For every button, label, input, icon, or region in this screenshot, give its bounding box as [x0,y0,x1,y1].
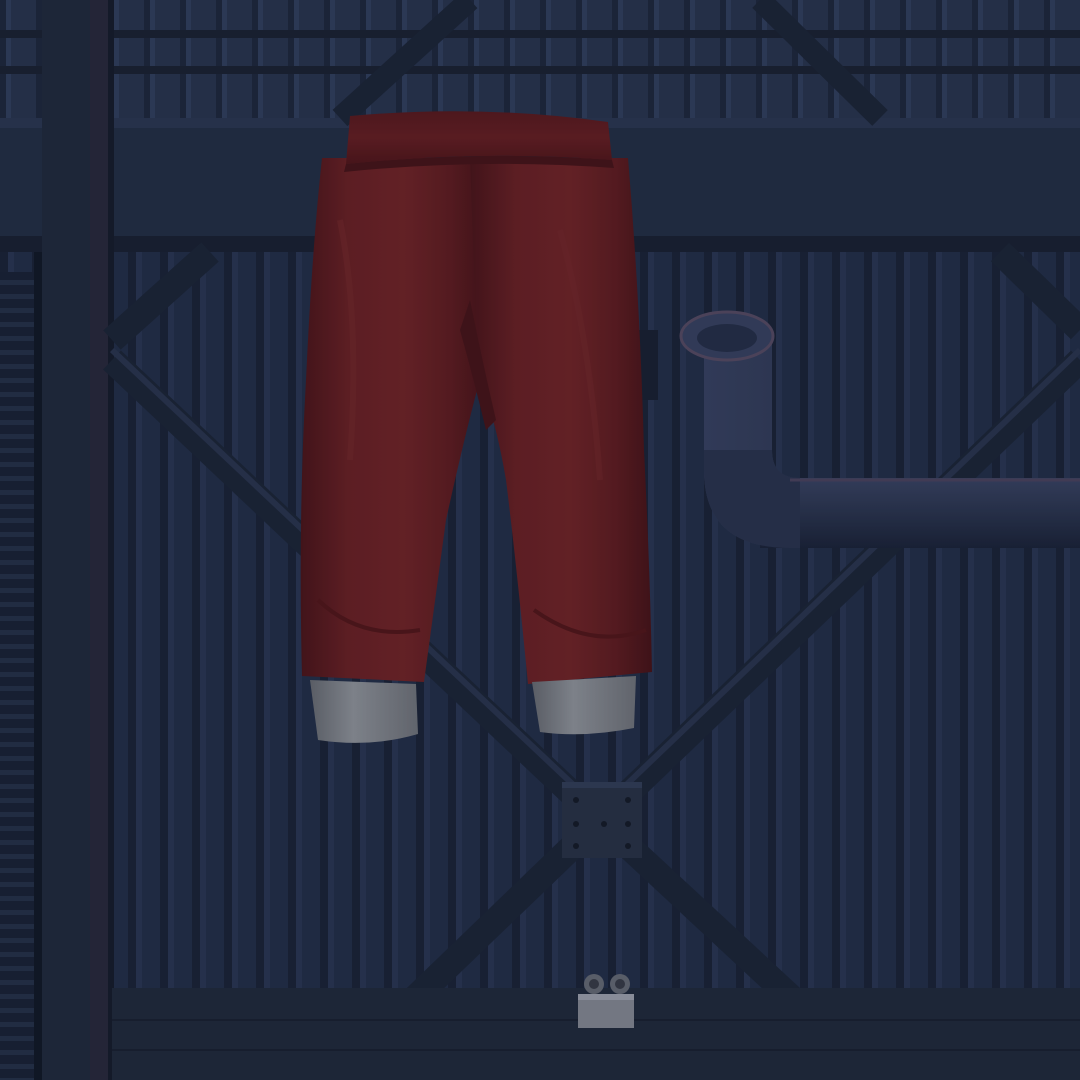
ambient-overlay [0,0,1080,1080]
game-viewport [0,0,1080,1080]
